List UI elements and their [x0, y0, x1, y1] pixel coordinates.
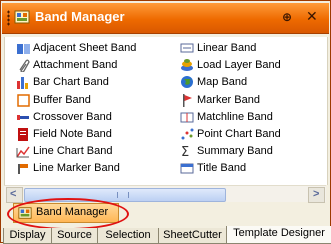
bottom-tab-bar: Display Source Selection SheetCutter Templat…	[1, 226, 331, 244]
band-item-label: Field Note Band	[33, 128, 112, 140]
dock-tab-label: Band Manager	[36, 206, 109, 218]
band-item-label: Crossover Band	[33, 110, 112, 123]
field-note-band-icon	[18, 128, 28, 141]
matchline-band-icon	[180, 112, 194, 123]
svg-text:Σ: Σ	[181, 145, 189, 158]
band-item-label: Buffer Band	[33, 93, 91, 106]
scroll-right-button[interactable]: >	[308, 187, 325, 203]
band-item-label: Matchline Band	[197, 110, 273, 123]
chevron-right-icon: >	[313, 188, 320, 200]
band-list: Adjacent Sheet Band Attachment Band Bar Ch…	[4, 37, 328, 185]
marker-band-icon	[183, 93, 192, 107]
band-item-label: Line Chart Band	[33, 145, 113, 158]
tab-sheetcutter[interactable]: SheetCutter	[158, 228, 227, 244]
line-chart-band-icon	[16, 146, 30, 158]
map-band-icon	[181, 76, 193, 89]
point-chart-band-icon	[181, 128, 194, 140]
chevron-left-icon: <	[10, 188, 17, 200]
title-bar[interactable]: Band Manager ⊕ ✕	[2, 3, 329, 34]
attachment-band-icon	[19, 59, 30, 73]
band-item-label: Adjacent Sheet Band	[33, 42, 137, 54]
band-item-label: Line Marker Band	[33, 162, 120, 175]
adjacent-sheet-band-icon	[17, 44, 30, 54]
scroll-thumb[interactable]	[24, 188, 226, 202]
title-band-icon	[180, 163, 194, 174]
band-item-label: Point Chart Band	[197, 128, 281, 140]
summary-band-icon: Σ	[181, 145, 189, 158]
crossover-band-icon	[17, 114, 29, 120]
scroll-left-button[interactable]: <	[6, 187, 23, 203]
band-item-label: Marker Band	[197, 93, 260, 106]
band-item-label: Attachment Band	[33, 59, 118, 72]
drag-grip-icon[interactable]	[7, 10, 10, 26]
buffer-band-icon	[17, 93, 30, 107]
band-item-label: Summary Band	[197, 145, 273, 158]
load-layer-band-icon	[181, 59, 193, 72]
line-marker-band-icon	[18, 164, 28, 175]
band-item-label: Title Band	[197, 162, 247, 175]
tab-template-designer[interactable]: Template Designer	[226, 226, 331, 244]
band-manager-window: Band Manager ⊕ ✕ Adjacent Sheet Band Atta…	[0, 0, 331, 244]
band-manager-icon	[14, 10, 30, 24]
thumb-grip	[117, 192, 129, 198]
tab-source[interactable]: Source	[51, 228, 98, 244]
band-item-label: Map Band	[197, 76, 248, 89]
bar-chart-band-icon	[17, 77, 28, 90]
horizontal-scrollbar[interactable]: < >	[4, 185, 326, 203]
band-manager-icon	[18, 207, 32, 219]
tab-selection[interactable]: Selection	[97, 228, 159, 244]
linear-band-icon	[180, 43, 194, 53]
band-item-label: Bar Chart Band	[33, 76, 109, 89]
pin-icon[interactable]: ⊕	[282, 10, 292, 24]
band-item-label: Load Layer Band	[197, 59, 281, 72]
panel-title: Band Manager	[35, 9, 125, 24]
close-icon[interactable]: ✕	[306, 8, 318, 25]
tab-display[interactable]: Display	[3, 228, 52, 244]
band-manager-dock-tab[interactable]: Band Manager	[13, 203, 119, 223]
band-item-label: Linear Band	[197, 42, 257, 54]
